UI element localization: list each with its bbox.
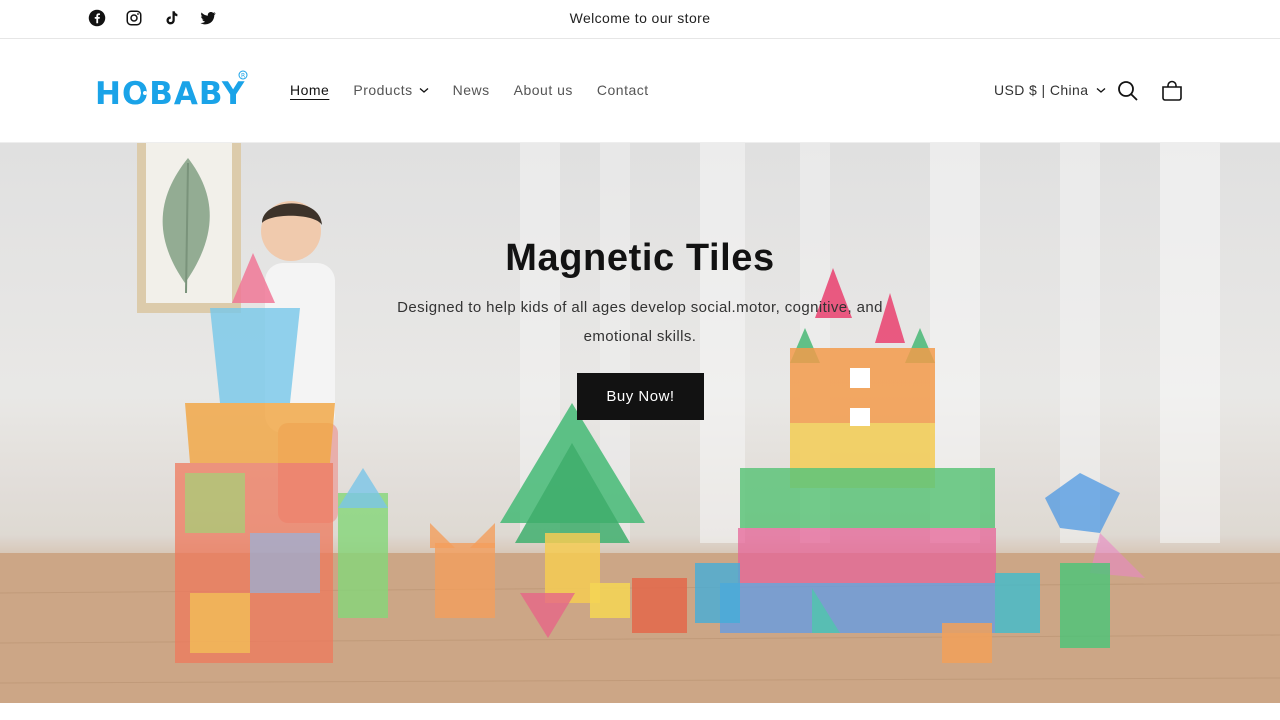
main-nav: Home Products News About us Contact (290, 82, 673, 98)
announcement-text: Welcome to our store (569, 10, 711, 26)
hero-banner: Magnetic Tiles Designed to help kids of … (0, 143, 1280, 703)
brand-logo[interactable]: HOBABY R (95, 70, 251, 110)
svg-text:HOBABY: HOBABY (95, 76, 245, 110)
currency-selector[interactable]: USD $ | China (994, 82, 1106, 98)
nav-about[interactable]: About us (514, 82, 573, 98)
section-divider (0, 703, 1280, 720)
currency-label: USD $ | China (994, 82, 1089, 98)
chevron-down-icon (1097, 88, 1106, 93)
nav-products[interactable]: Products (353, 82, 429, 98)
search-icon[interactable] (1116, 79, 1140, 103)
announcement-bar: Welcome to our store (0, 0, 1280, 39)
nav-home[interactable]: Home (290, 82, 329, 98)
hero-subtitle: Designed to help kids of all ages develo… (397, 299, 883, 345)
svg-text:R: R (241, 73, 245, 80)
cart-icon[interactable] (1160, 79, 1184, 103)
site-header: HOBABY R Home Products News About us Con… (0, 39, 1280, 143)
nav-news[interactable]: News (453, 82, 490, 98)
hero-overlay (0, 143, 1280, 703)
nav-contact[interactable]: Contact (597, 82, 649, 98)
buy-now-button[interactable]: Buy Now! (577, 373, 704, 420)
hero-title: Magnetic Tiles (505, 237, 775, 279)
chevron-down-icon (419, 88, 429, 93)
nav-products-label: Products (353, 82, 413, 98)
